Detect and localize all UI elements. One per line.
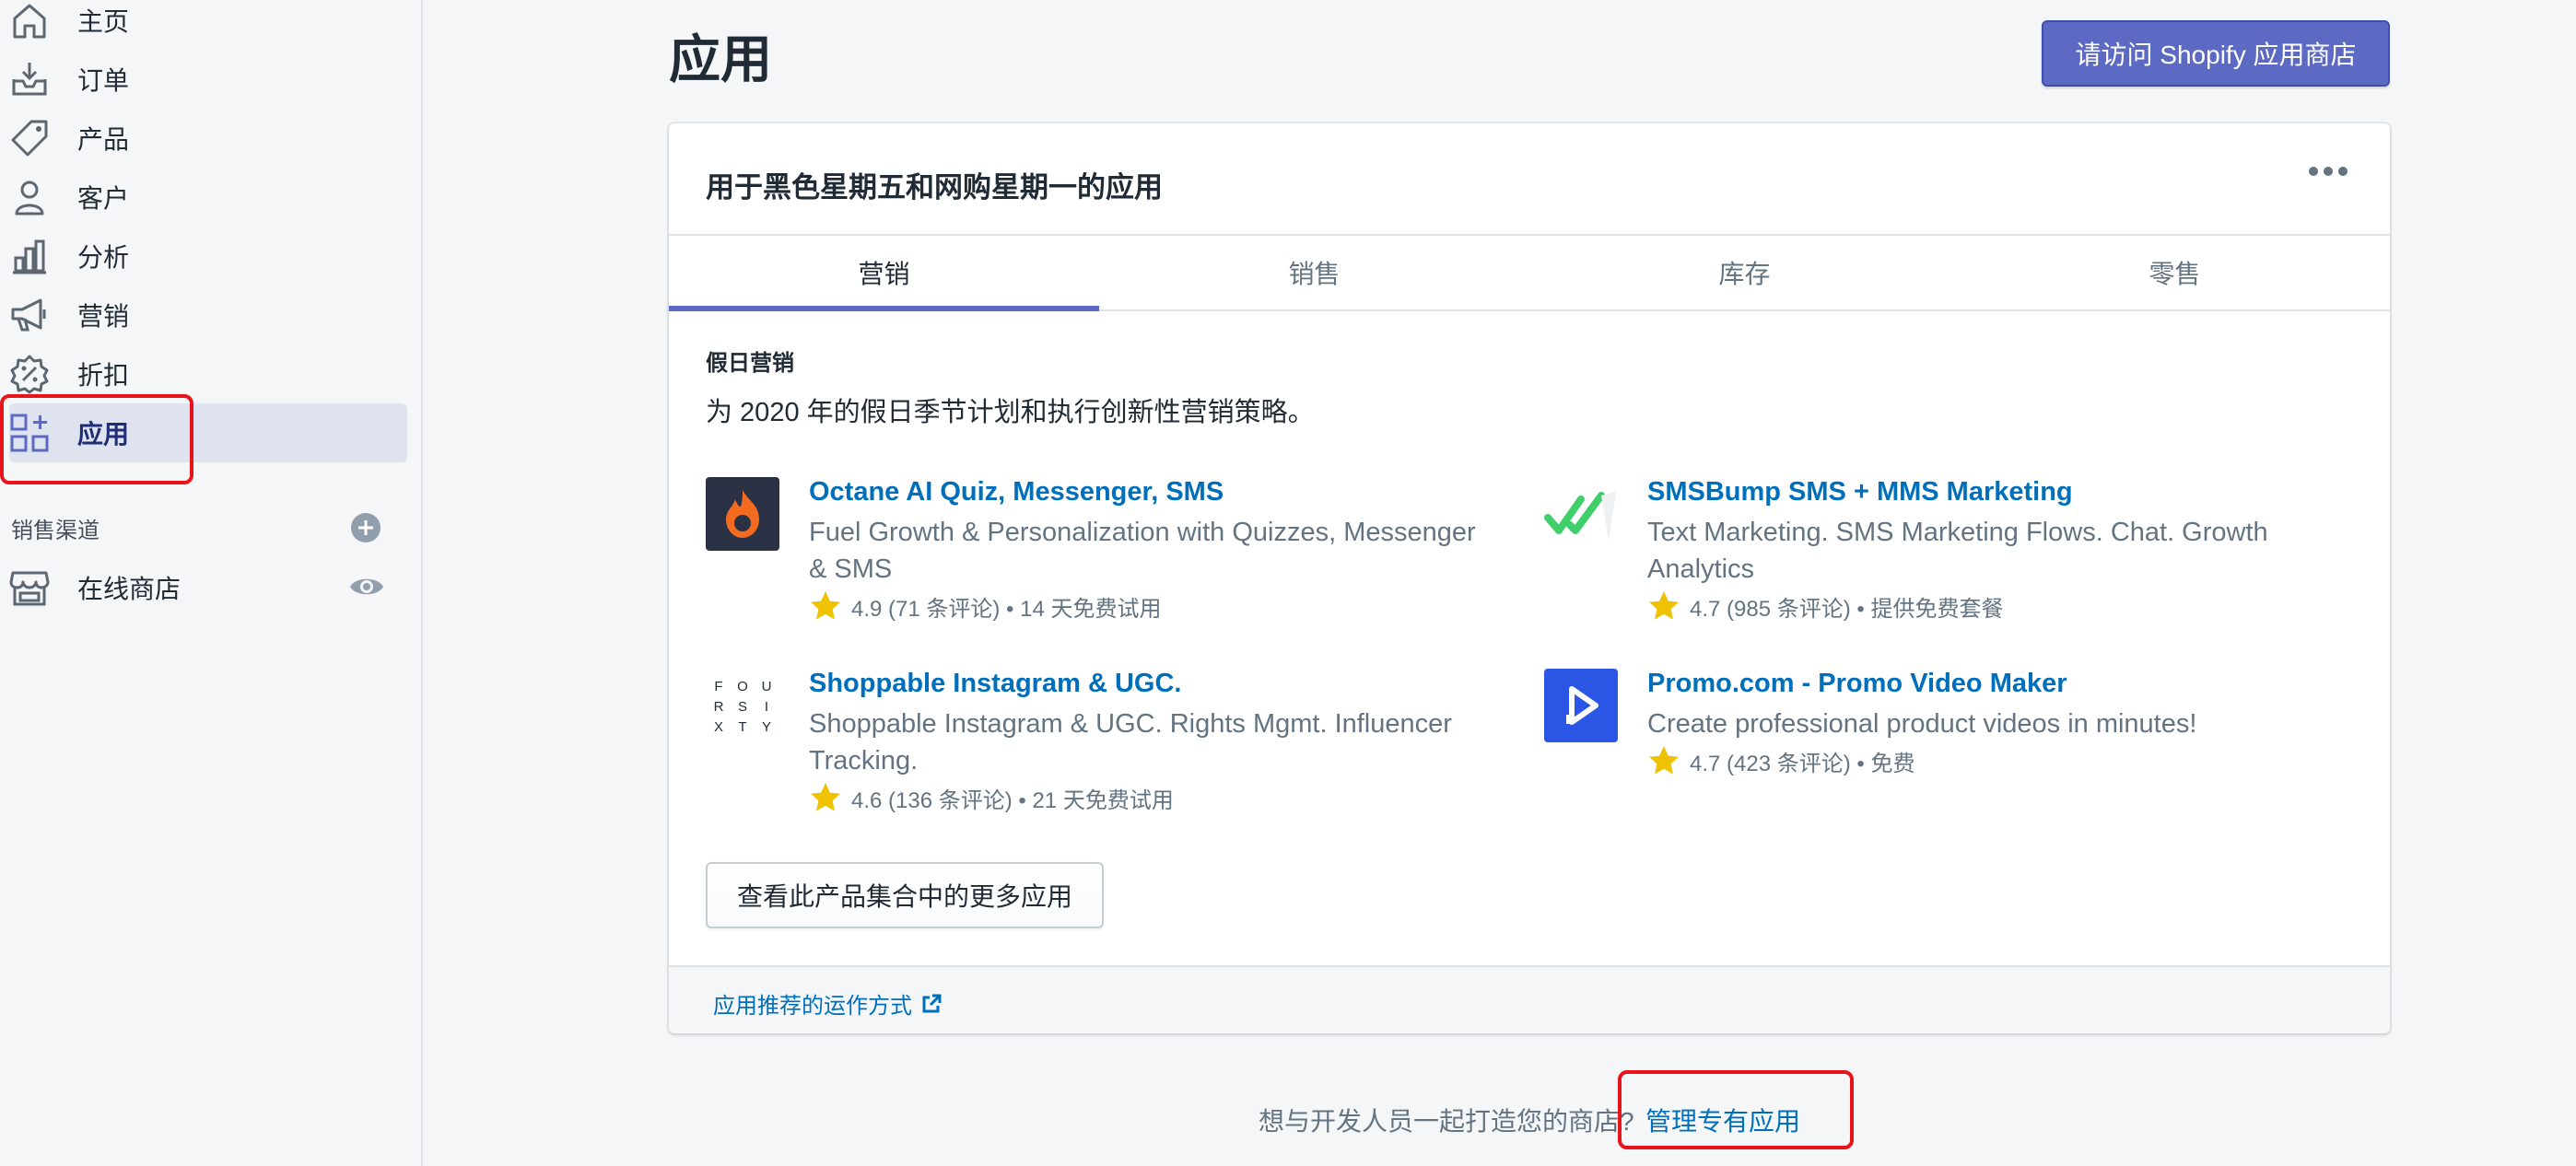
how-recommendations-work-link[interactable]: 应用推荐的运作方式: [713, 987, 942, 1020]
sidebar-item-marketing[interactable]: 营销: [0, 286, 407, 344]
logo-letter: U: [762, 679, 772, 694]
star-icon: [811, 783, 840, 811]
visit-app-store-button[interactable]: 请访问 Shopify 应用商店: [2042, 20, 2390, 87]
sidebar-item-label: 在线商店: [77, 575, 181, 603]
sidebar-item-label: 折扣: [77, 361, 130, 390]
highlight-box-apps: [0, 394, 193, 484]
card-footer: 应用推荐的运作方式: [669, 965, 2390, 1033]
app-name[interactable]: Shoppable Instagram & UGC.: [809, 669, 1181, 699]
app-name[interactable]: SMSBump SMS + MMS Marketing: [1647, 477, 2073, 507]
megaphone-icon: [9, 295, 50, 335]
add-channel-icon[interactable]: [350, 512, 381, 543]
tab-retail[interactable]: 零售: [1960, 236, 2390, 309]
sidebar-item-online-store[interactable]: 在线商店: [0, 558, 407, 617]
category-tabs: 营销 销售 库存 零售: [669, 234, 2390, 311]
section-heading: 假日营销: [706, 351, 794, 376]
logo-letter: I: [765, 699, 768, 715]
view-more-apps-button[interactable]: 查看此产品集合中的更多应用: [706, 862, 1104, 928]
bar-chart-icon: [9, 236, 50, 276]
logo-letter: T: [738, 719, 746, 735]
star-icon: [1649, 746, 1679, 775]
sidebar: 主页 订单 产品 客户 分析 营销 折扣 应用 销售渠道 在线商店: [0, 0, 423, 1166]
sidebar-item-label: 分析: [77, 243, 130, 272]
page-title: 应用: [669, 30, 772, 88]
person-icon: [9, 177, 50, 217]
foursixty-logo: F O U R S I X T Y: [706, 669, 779, 742]
app-description: Create professional product videos in mi…: [1647, 709, 2197, 739]
app-description: Shoppable Instagram & UGC. Rights Mgmt. …: [809, 709, 1452, 775]
app-rating: 4.6 (136 条评论) • 21 天免费试用: [809, 781, 1174, 814]
external-link-icon: [922, 994, 942, 1012]
card-title: 用于黑色星期五和网购星期一的应用: [706, 171, 1163, 204]
home-icon: [9, 0, 50, 41]
sidebar-item-label: 产品: [77, 125, 130, 154]
app-item-foursixty[interactable]: F O U R S I X T Y Shoppable Instagram & …: [706, 669, 1498, 834]
recommended-apps-card: 用于黑色星期五和网购星期一的应用 营销 销售 库存 零售 假日营销 为 2020…: [669, 123, 2390, 1033]
logo-letter: F: [714, 679, 722, 694]
sidebar-item-label: 主页: [77, 7, 130, 36]
logo-letter: R: [714, 699, 724, 715]
app-name[interactable]: Octane AI Quiz, Messenger, SMS: [809, 477, 1224, 507]
sidebar-item-analytics[interactable]: 分析: [0, 227, 407, 286]
app-item-smsbump[interactable]: SMSBump SMS + MMS Marketing Text Marketi…: [1544, 477, 2336, 643]
sales-channels-title: 销售渠道: [11, 519, 100, 543]
highlight-box-private-apps: [1618, 1070, 1854, 1149]
store-icon: [9, 567, 50, 608]
more-options-icon[interactable]: [2307, 160, 2349, 182]
app-name[interactable]: Promo.com - Promo Video Maker: [1647, 669, 2067, 699]
logo-letter: S: [738, 699, 747, 715]
app-item-octane[interactable]: Octane AI Quiz, Messenger, SMS Fuel Grow…: [706, 477, 1498, 643]
logo-letter: O: [737, 679, 748, 694]
sidebar-item-label: 客户: [77, 184, 130, 213]
logo-letter: Y: [762, 719, 771, 735]
tag-icon: [9, 118, 50, 158]
app-description: Text Marketing. SMS Marketing Flows. Cha…: [1647, 518, 2268, 584]
orders-icon: [9, 59, 50, 99]
octane-logo: [706, 477, 779, 551]
sidebar-item-customers[interactable]: 客户: [0, 168, 407, 227]
sidebar-item-label: 订单: [77, 66, 130, 95]
app-item-promo[interactable]: Promo.com - Promo Video Maker Create pro…: [1544, 669, 2336, 798]
tab-inventory[interactable]: 库存: [1529, 236, 1960, 309]
footer-link-text: 应用推荐的运作方式: [713, 994, 912, 1019]
sidebar-item-home[interactable]: 主页: [0, 0, 407, 50]
star-icon: [1649, 591, 1679, 620]
star-icon: [811, 591, 840, 620]
sidebar-item-products[interactable]: 产品: [0, 109, 407, 168]
logo-letter: X: [714, 719, 723, 735]
developer-prompt-text: 想与开发人员一起打造您的商店?: [1259, 1107, 1634, 1136]
rating-text: 4.7 (985 条评论) • 提供免费套餐: [1690, 596, 2004, 622]
sidebar-item-label: 营销: [77, 302, 130, 331]
discount-icon: [9, 354, 50, 394]
eye-icon[interactable]: [348, 571, 385, 602]
app-rating: 4.7 (985 条评论) • 提供免费套餐: [1647, 589, 2003, 623]
rating-text: 4.6 (136 条评论) • 21 天免费试用: [851, 787, 1174, 813]
smsbump-logo: [1544, 477, 1618, 551]
app-rating: 4.9 (71 条评论) • 14 天免费试用: [809, 589, 1161, 623]
rating-text: 4.7 (423 条评论) • 免费: [1690, 751, 1915, 776]
app-description: Fuel Growth & Personalization with Quizz…: [809, 518, 1476, 584]
sidebar-item-orders[interactable]: 订单: [0, 50, 407, 109]
section-description: 为 2020 年的假日季节计划和执行创新性营销策略。: [706, 398, 1315, 427]
promo-logo: [1544, 669, 1618, 742]
app-rating: 4.7 (423 条评论) • 免费: [1647, 744, 1914, 777]
tab-marketing[interactable]: 营销: [669, 236, 1099, 311]
rating-text: 4.9 (71 条评论) • 14 天免费试用: [851, 596, 1162, 622]
tab-sales[interactable]: 销售: [1099, 236, 1529, 309]
